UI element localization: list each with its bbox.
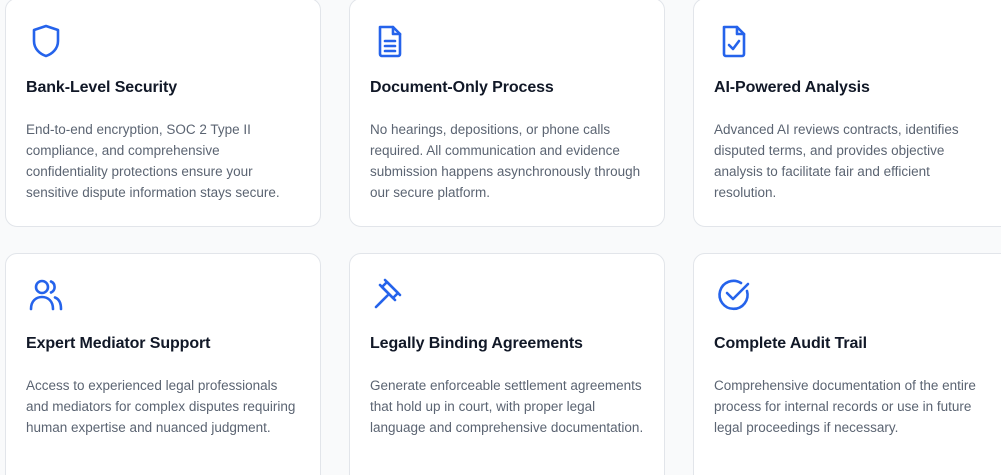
gavel-icon: [370, 274, 410, 314]
feature-description: No hearings, depositions, or phone calls…: [370, 122, 641, 200]
feature-title: AI-Powered Analysis: [714, 79, 870, 96]
check-circle-icon: [714, 274, 754, 314]
document-check-icon: [714, 21, 754, 61]
feature-card-document-only: Document-Only Process No hearings, depos…: [349, 0, 665, 227]
features-grid: Bank-Level Security End-to-end encryptio…: [0, 0, 1001, 475]
feature-card-audit-trail: Complete Audit Trail Comprehensive docum…: [693, 253, 1001, 475]
feature-card-binding-agreements: Legally Binding Agreements Generate enfo…: [349, 253, 665, 475]
feature-title: Document-Only Process: [370, 79, 554, 96]
document-text-icon: [370, 21, 410, 61]
feature-title: Expert Mediator Support: [26, 335, 211, 352]
feature-card-security: Bank-Level Security End-to-end encryptio…: [5, 0, 321, 227]
shield-icon: [26, 21, 66, 61]
feature-description: Access to experienced legal professional…: [26, 378, 296, 435]
feature-description: Advanced AI reviews contracts, identifie…: [714, 122, 959, 200]
feature-description: End-to-end encryption, SOC 2 Type II com…: [26, 122, 280, 200]
feature-card-ai-analysis: AI-Powered Analysis Advanced AI reviews …: [693, 0, 1001, 227]
feature-title: Complete Audit Trail: [714, 335, 867, 352]
feature-title: Bank-Level Security: [26, 79, 178, 96]
feature-title: Legally Binding Agreements: [370, 335, 583, 352]
users-icon: [26, 274, 66, 314]
feature-description: Comprehensive documentation of the entir…: [714, 378, 976, 435]
feature-description: Generate enforceable settlement agreemen…: [370, 378, 644, 435]
feature-card-mediator-support: Expert Mediator Support Access to experi…: [5, 253, 321, 475]
